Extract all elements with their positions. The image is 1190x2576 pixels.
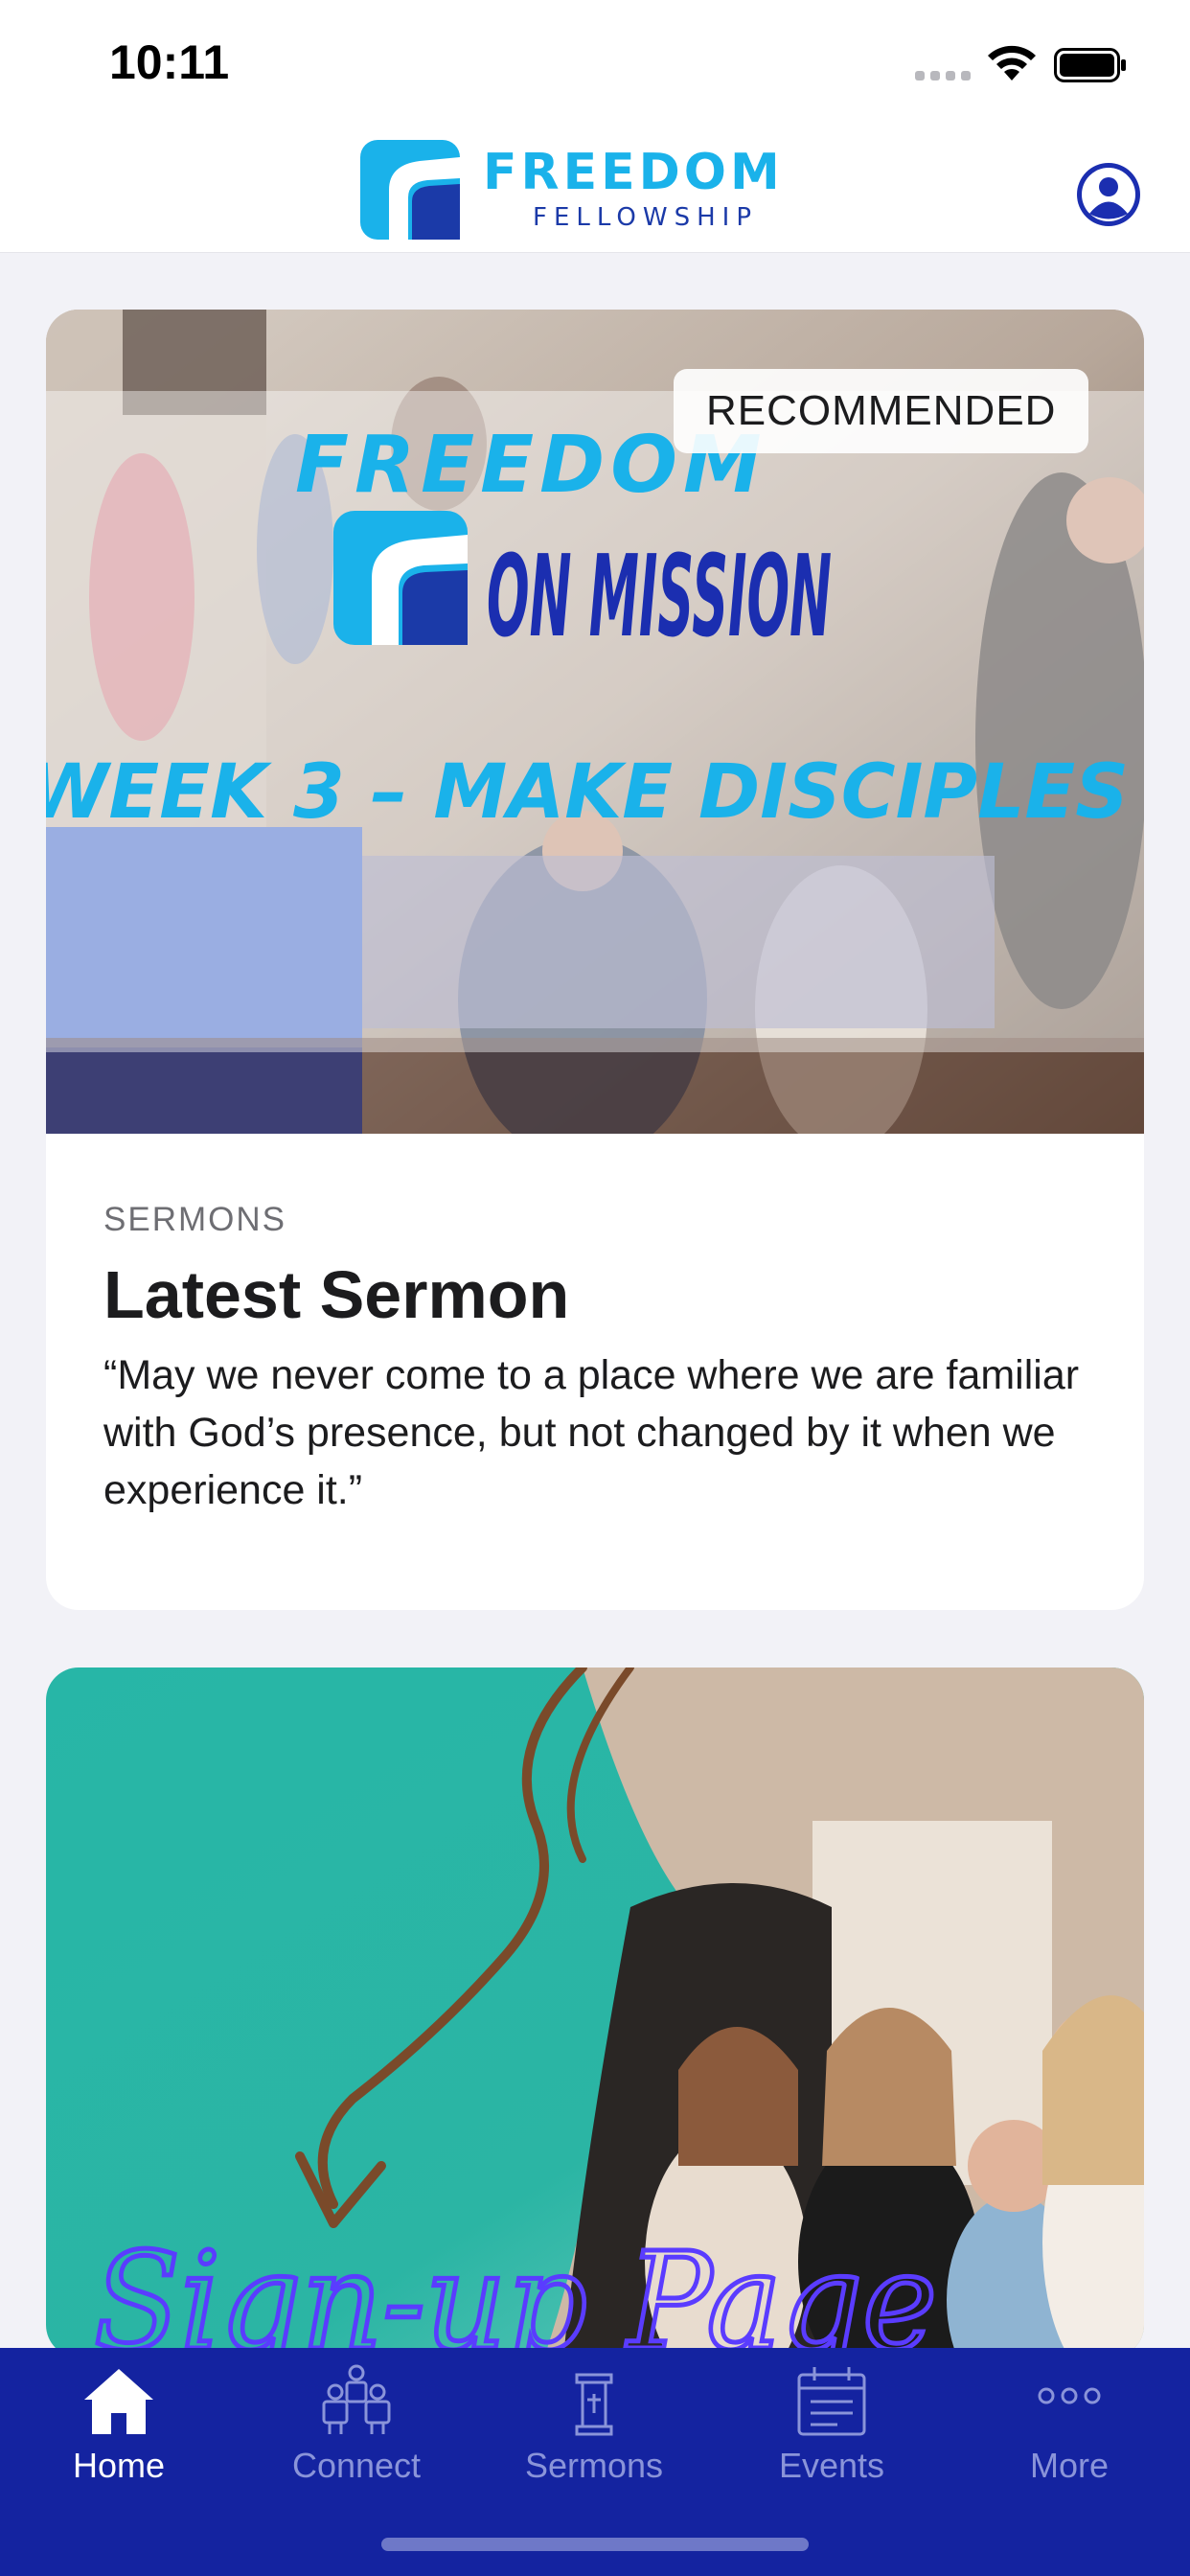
tab-connect[interactable]: Connect xyxy=(238,2348,475,2511)
logo-mark-icon xyxy=(360,140,460,240)
battery-icon xyxy=(1054,48,1126,82)
tab-label: More xyxy=(1029,2446,1110,2485)
signup-promo-image: Sign-up Page xyxy=(46,1668,1144,2358)
latest-sermon-card[interactable]: FREEDOM ON MISSION WEEK 3 – MAKE DISCIPL… xyxy=(46,310,1144,1610)
logo-title: FREEDOM xyxy=(483,144,784,201)
tab-label: Sermons xyxy=(524,2446,664,2485)
tab-more[interactable]: More xyxy=(950,2348,1188,2511)
home-indicator xyxy=(381,2538,809,2551)
promo-script-text: Sign-up Page xyxy=(94,2224,937,2358)
tab-home[interactable]: Home xyxy=(0,2348,238,2511)
house-icon xyxy=(84,2369,153,2434)
tab-label: Events xyxy=(778,2446,885,2485)
status-bar: 10:11 xyxy=(0,0,1190,126)
app-header: FREEDOM FELLOWSHIP xyxy=(0,126,1190,253)
sermon-hero-image: FREEDOM ON MISSION WEEK 3 – MAKE DISCIPL… xyxy=(46,310,1144,1134)
card-body: SERMONS Latest Sermon “May we never come… xyxy=(103,1201,1100,1519)
wifi-icon xyxy=(988,45,1036,80)
tab-events[interactable]: Events xyxy=(713,2348,950,2511)
people-icon xyxy=(322,2364,391,2434)
signup-promo-card[interactable]: Sign-up Page xyxy=(46,1668,1144,2358)
cellular-signal-icon xyxy=(915,71,971,80)
card-title: Latest Sermon xyxy=(103,1257,570,1332)
tab-label: Connect xyxy=(291,2446,422,2485)
card-description: “May we never come to a place where we a… xyxy=(103,1352,1080,1513)
recommended-badge: RECOMMENDED xyxy=(674,369,1089,453)
card-category: SERMONS xyxy=(103,1201,286,1238)
calendar-icon xyxy=(797,2367,866,2436)
ellipsis-icon xyxy=(1038,2387,1101,2404)
tab-sermons[interactable]: Sermons xyxy=(475,2348,713,2511)
hero-line-3: WEEK 3 – MAKE DISCIPLES xyxy=(46,749,1129,836)
hero-line-2: ON MISSION xyxy=(487,530,832,662)
profile-icon[interactable] xyxy=(1075,161,1142,228)
status-time: 10:11 xyxy=(109,35,230,89)
freedom-fellowship-logo[interactable]: FREEDOM FELLOWSHIP xyxy=(360,140,839,240)
pulpit-icon xyxy=(575,2373,613,2436)
logo-subtitle: FELLOWSHIP xyxy=(533,203,759,232)
tab-label: Home xyxy=(72,2446,166,2485)
